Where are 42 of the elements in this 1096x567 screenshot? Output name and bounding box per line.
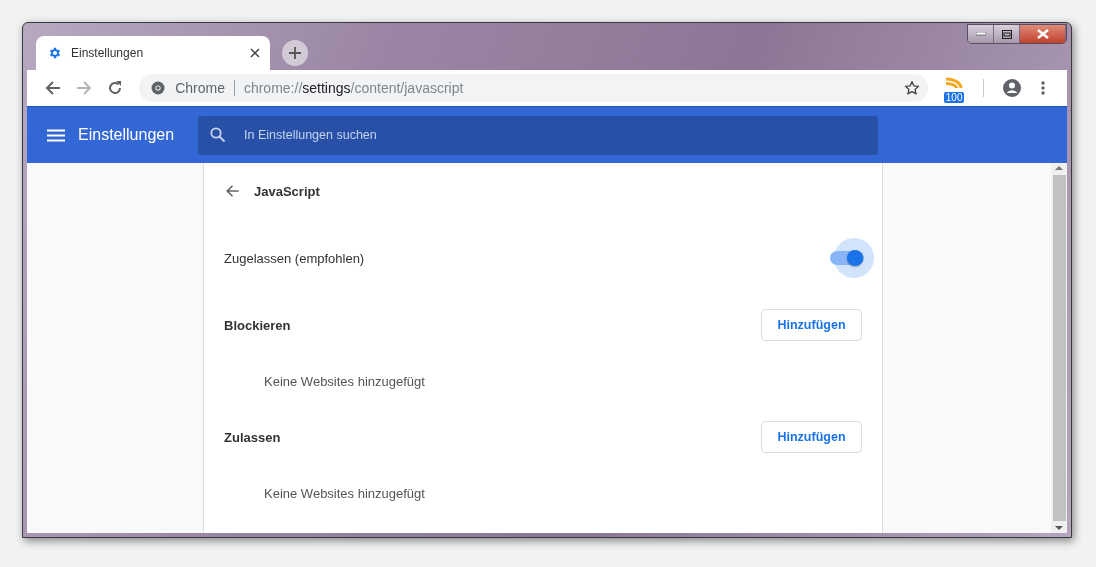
close-icon xyxy=(250,48,260,58)
chrome-logo-icon xyxy=(151,81,166,95)
maximize-icon xyxy=(1001,29,1012,39)
count-badge: 100 xyxy=(943,92,965,103)
toggle-label: Zugelassen (empfohlen) xyxy=(224,250,365,266)
search-field[interactable]: In Einstellungen suchen xyxy=(198,115,878,155)
reload-icon xyxy=(107,80,124,96)
account-icon xyxy=(1001,78,1022,98)
search-input[interactable]: In Einstellungen suchen xyxy=(242,127,866,143)
address-bar[interactable]: Chrome chrome://settings/content/javascript xyxy=(139,74,928,102)
site-label: Chrome xyxy=(175,80,235,96)
forward-arrow-icon xyxy=(76,80,93,96)
menu-icon xyxy=(47,128,65,142)
scrollbar[interactable] xyxy=(1051,163,1067,533)
scrollbar-thumb[interactable] xyxy=(1052,175,1066,521)
page-title: JavaScript xyxy=(254,183,320,199)
new-tab-button[interactable] xyxy=(282,40,308,66)
add-button[interactable]: Hinzufügen xyxy=(761,421,862,453)
url-text: chrome://settings/content/javascript xyxy=(243,80,465,96)
scroll-down-icon xyxy=(1055,523,1063,533)
feed-icon xyxy=(945,76,964,88)
more-icon xyxy=(1041,81,1046,95)
scroll-up-icon xyxy=(1055,163,1063,173)
empty-message: Keine Websites hinzugefügt xyxy=(264,373,425,389)
section-title: Blockieren xyxy=(224,317,291,333)
maximize-button[interactable] xyxy=(994,25,1020,43)
feed-button[interactable]: 100 xyxy=(941,75,968,101)
tab-title: Einstellungen xyxy=(71,46,145,60)
add-button[interactable]: Hinzufügen xyxy=(761,309,862,341)
star-icon xyxy=(903,80,920,96)
search-icon xyxy=(210,127,226,143)
close-button[interactable] xyxy=(1020,25,1066,43)
plus-icon xyxy=(289,47,301,59)
gear-icon xyxy=(48,46,62,60)
section-title: Zulassen xyxy=(224,429,281,445)
minimize-icon xyxy=(975,32,986,36)
empty-message: Keine Websites hinzugefügt xyxy=(264,485,425,501)
settings-title: Einstellungen xyxy=(78,126,176,144)
close-icon xyxy=(1035,29,1050,39)
back-arrow-icon xyxy=(224,184,240,198)
browser-tab[interactable]: Einstellungen xyxy=(36,36,270,70)
back-arrow-icon xyxy=(44,80,61,96)
